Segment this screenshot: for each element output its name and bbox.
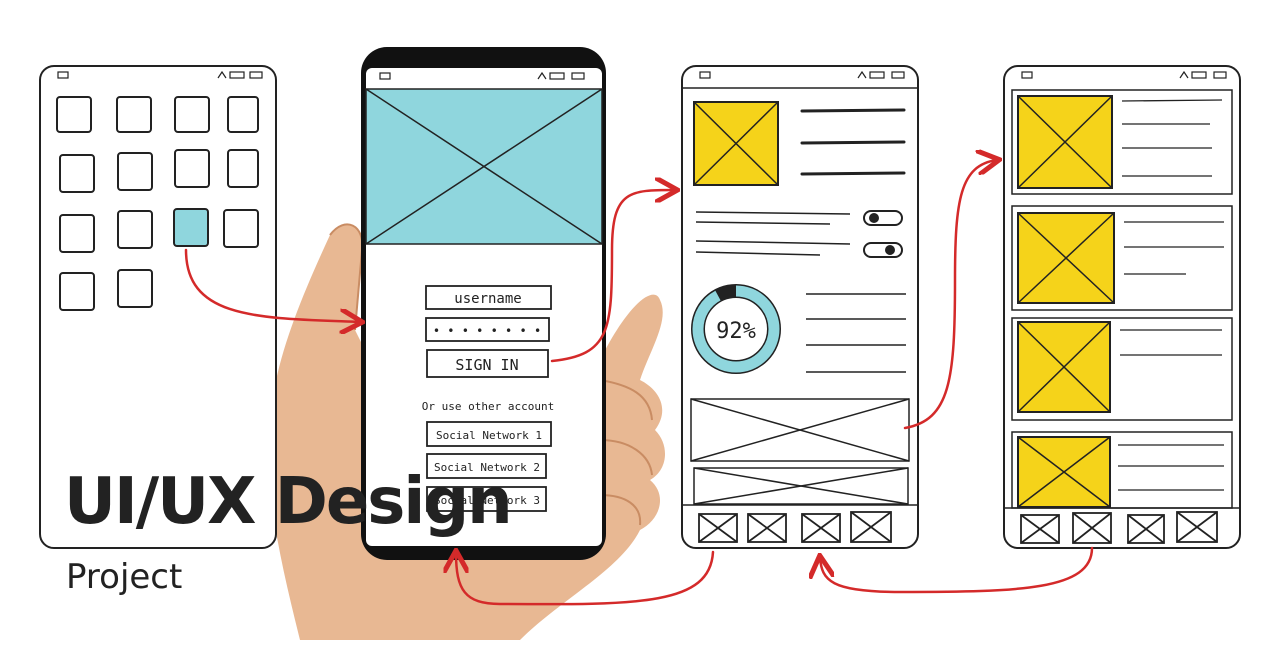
page-subtitle: Project (66, 557, 183, 597)
placeholder-image-icon (365, 88, 603, 245)
wireframe-illustration: username • • • • • • • • SIGN IN Or use … (39, 47, 1241, 641)
placeholder-image-icon (693, 101, 779, 186)
placeholder-image-icon (1017, 95, 1115, 508)
toggle-icon[interactable] (863, 242, 903, 258)
screen-detail: 92% (681, 65, 919, 549)
username-field[interactable]: username (454, 291, 521, 307)
progress-label: 92% (716, 319, 756, 344)
password-field[interactable]: • • • • • • • • (433, 324, 541, 338)
screen-list (1003, 65, 1241, 549)
social-network-1-button[interactable]: Social Network 1 (436, 429, 542, 442)
sign-in-button[interactable]: SIGN IN (455, 356, 518, 374)
app-icon-selected (173, 208, 209, 247)
alt-login-text: Or use other account (422, 400, 554, 413)
page-title: UI/UX Design (64, 465, 513, 539)
toggle-icon[interactable] (863, 210, 903, 226)
